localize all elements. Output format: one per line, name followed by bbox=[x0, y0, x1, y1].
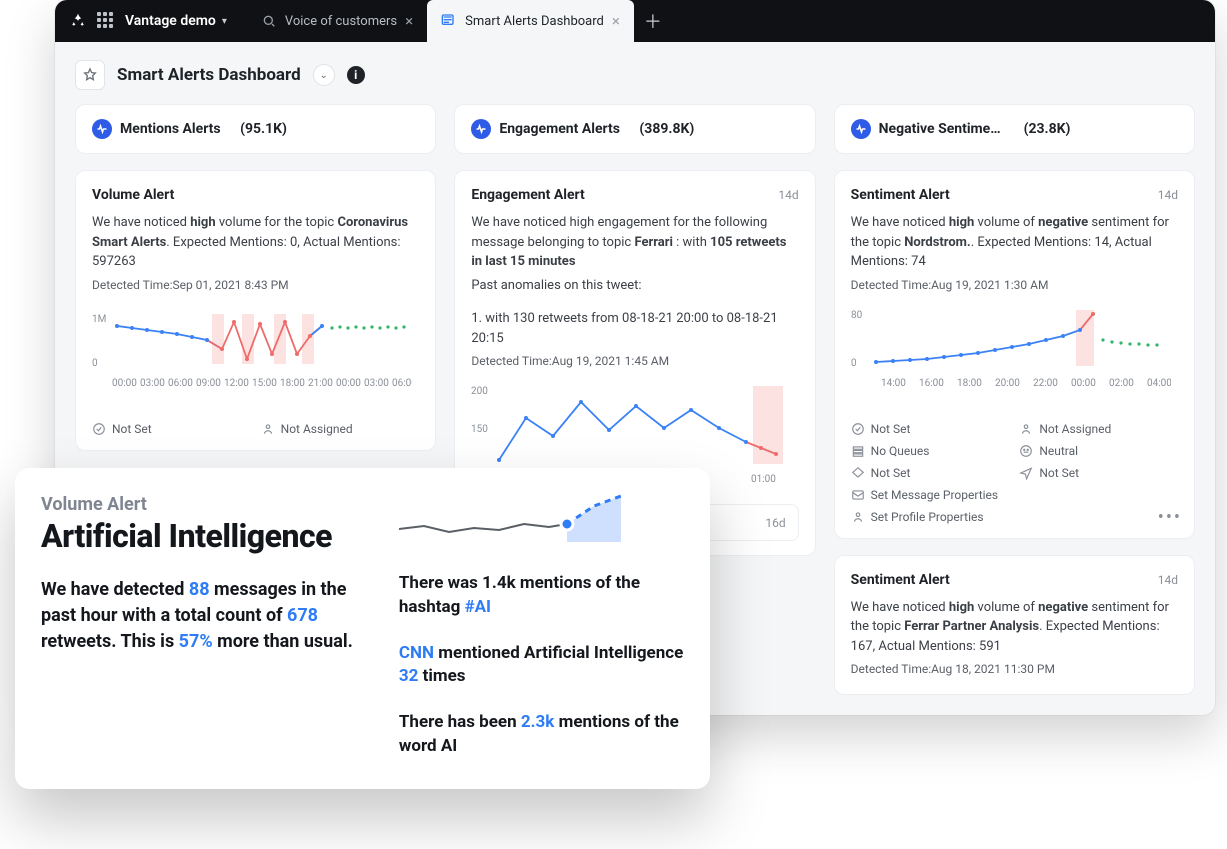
column-count: (95.1K) bbox=[240, 121, 287, 137]
svg-text:03:00: 03:00 bbox=[140, 378, 165, 389]
detected-time: Detected Time:Aug 18, 2021 11:30 PM bbox=[851, 662, 1178, 676]
column-count: (389.8K) bbox=[639, 121, 694, 137]
detected-time: Detected Time:Aug 19, 2021 1:45 AM bbox=[471, 354, 798, 368]
svg-text:02:00: 02:00 bbox=[1109, 378, 1134, 389]
page-header: Smart Alerts Dashboard ⌄ i bbox=[55, 42, 1215, 104]
card-body: We have noticed high engagement for the … bbox=[471, 213, 798, 348]
popup-label: Volume Alert bbox=[41, 494, 369, 515]
alert-card-volume[interactable]: Volume Alert We have noticed high volume… bbox=[75, 170, 436, 451]
svg-text:00:00: 00:00 bbox=[112, 378, 137, 389]
workspace-chevron-icon[interactable]: ▾ bbox=[222, 16, 227, 27]
tab-smart-alerts-dashboard[interactable]: Smart Alerts Dashboard × bbox=[427, 0, 634, 42]
meta-status[interactable]: Not Set bbox=[851, 422, 1010, 436]
meta-queue[interactable]: No Queues bbox=[851, 444, 1010, 458]
column-title: Engagement Alerts bbox=[499, 121, 620, 137]
popup-insight-3: There has been 2.3k mentions of the word… bbox=[399, 711, 684, 759]
page-title: Smart Alerts Dashboard bbox=[117, 65, 301, 85]
svg-text:15:00: 15:00 bbox=[252, 378, 277, 389]
card-title: Sentiment Alert bbox=[851, 187, 950, 203]
svg-text:22:00: 22:00 bbox=[1033, 378, 1058, 389]
svg-text:16:00: 16:00 bbox=[919, 378, 944, 389]
alert-card-sentiment-2[interactable]: Sentiment Alert 14d We have noticed high … bbox=[834, 555, 1195, 696]
svg-text:01:00: 01:00 bbox=[751, 474, 776, 485]
favorite-button[interactable] bbox=[75, 60, 105, 90]
window-tabbar: Vantage demo ▾ Voice of customers × Smar… bbox=[55, 0, 1215, 42]
app-logo bbox=[67, 10, 89, 32]
add-tab-button[interactable]: ＋ bbox=[638, 6, 668, 36]
column-title: Negative Sentime… bbox=[879, 121, 1001, 137]
pulse-icon bbox=[851, 119, 871, 139]
svg-text:09:00: 09:00 bbox=[196, 378, 221, 389]
column-negative-sentiment: Negative Sentime… (23.8K) Sentiment Aler… bbox=[834, 104, 1195, 695]
page-title-dropdown[interactable]: ⌄ bbox=[313, 64, 335, 86]
svg-text:18:00: 18:00 bbox=[280, 378, 305, 389]
close-icon[interactable]: × bbox=[612, 12, 620, 30]
meta-assignee[interactable]: Not Assigned bbox=[1019, 422, 1178, 436]
card-age: 14d bbox=[1158, 573, 1178, 587]
svg-text:18:00: 18:00 bbox=[957, 378, 982, 389]
svg-text:14:00: 14:00 bbox=[881, 378, 906, 389]
svg-text:06:00: 06:00 bbox=[392, 378, 412, 389]
svg-text:04:00: 04:00 bbox=[1147, 378, 1171, 389]
meta-msg-props[interactable]: Set Message Properties bbox=[851, 488, 1178, 502]
meta-sentiment[interactable]: Neutral bbox=[1019, 444, 1178, 458]
card-age: 14d bbox=[778, 188, 798, 202]
detected-time: Detected Time:Aug 19, 2021 1:30 AM bbox=[851, 278, 1178, 292]
svg-text:06:00: 06:00 bbox=[168, 378, 193, 389]
column-header[interactable]: Mentions Alerts (95.1K) bbox=[75, 104, 436, 154]
svg-text:150: 150 bbox=[471, 424, 488, 435]
column-header[interactable]: Engagement Alerts (389.8K) bbox=[454, 104, 815, 154]
close-icon[interactable]: × bbox=[405, 12, 413, 30]
svg-text:21:00: 21:00 bbox=[308, 378, 333, 389]
pulse-icon bbox=[471, 119, 491, 139]
card-body: We have noticed high volume of negative … bbox=[851, 213, 1178, 272]
tab-label: Voice of customers bbox=[285, 14, 397, 29]
popup-sparkline bbox=[399, 494, 629, 554]
popup-insight-1: There was 1.4k mentions of the hashtag #… bbox=[399, 572, 684, 620]
svg-text:00:00: 00:00 bbox=[1071, 378, 1096, 389]
card-body: We have noticed high volume of negative … bbox=[851, 598, 1178, 657]
svg-text:1M: 1M bbox=[92, 314, 106, 325]
svg-text:03:00: 03:00 bbox=[364, 378, 389, 389]
info-icon[interactable]: i bbox=[347, 66, 365, 84]
tab-voice-of-customers[interactable]: Voice of customers × bbox=[247, 0, 427, 42]
meta-status[interactable]: Not Set bbox=[92, 422, 251, 436]
column-title: Mentions Alerts bbox=[120, 121, 221, 137]
column-count: (23.8K) bbox=[1024, 121, 1071, 137]
svg-text:200: 200 bbox=[471, 386, 488, 397]
popup-summary: We have detected 88 messages in the past… bbox=[41, 577, 369, 655]
workspace-name[interactable]: Vantage demo bbox=[125, 13, 216, 29]
svg-text:80: 80 bbox=[851, 310, 863, 321]
card-age: 14d bbox=[1158, 188, 1178, 202]
svg-text:20:00: 20:00 bbox=[995, 378, 1020, 389]
detected-time: Detected Time:Sep 01, 2021 8:43 PM bbox=[92, 278, 419, 292]
card-title: Engagement Alert bbox=[471, 187, 584, 203]
svg-text:00:00: 00:00 bbox=[336, 378, 361, 389]
apps-grid-icon[interactable] bbox=[97, 12, 115, 30]
svg-text:12:00: 12:00 bbox=[224, 378, 249, 389]
mentions-chart: 1M0 00:0003:0006:0009:0012:0015:0018:002… bbox=[92, 304, 419, 408]
svg-text:0: 0 bbox=[92, 358, 98, 369]
card-menu-icon[interactable]: ••• bbox=[1158, 507, 1182, 528]
column-header[interactable]: Negative Sentime… (23.8K) bbox=[834, 104, 1195, 154]
svg-text:0: 0 bbox=[851, 358, 857, 369]
tab-label: Smart Alerts Dashboard bbox=[465, 14, 604, 29]
pulse-icon bbox=[92, 119, 112, 139]
meta-assignee[interactable]: Not Assigned bbox=[261, 422, 420, 436]
meta-send[interactable]: Not Set bbox=[1019, 466, 1178, 480]
sub-age: 16d bbox=[765, 516, 785, 530]
popup-insight-2: CNN mentioned Artificial Intelligence 32… bbox=[399, 642, 684, 690]
alert-card-sentiment-1[interactable]: Sentiment Alert 14d We have noticed high … bbox=[834, 170, 1195, 539]
sentiment-chart: 80 0 14:00 16:00 18:00 20:00 22:00 00:00 02:00 0… bbox=[851, 304, 1178, 408]
card-body: We have noticed high volume for the topi… bbox=[92, 213, 419, 272]
meta-tag[interactable]: Not Set bbox=[851, 466, 1010, 480]
card-title: Volume Alert bbox=[92, 187, 174, 203]
meta-prof-props[interactable]: Set Profile Properties bbox=[851, 510, 1178, 524]
alert-popup: Volume Alert Artificial Intelligence We … bbox=[15, 468, 710, 789]
card-title: Sentiment Alert bbox=[851, 572, 950, 588]
popup-title: Artificial Intelligence bbox=[41, 517, 369, 555]
